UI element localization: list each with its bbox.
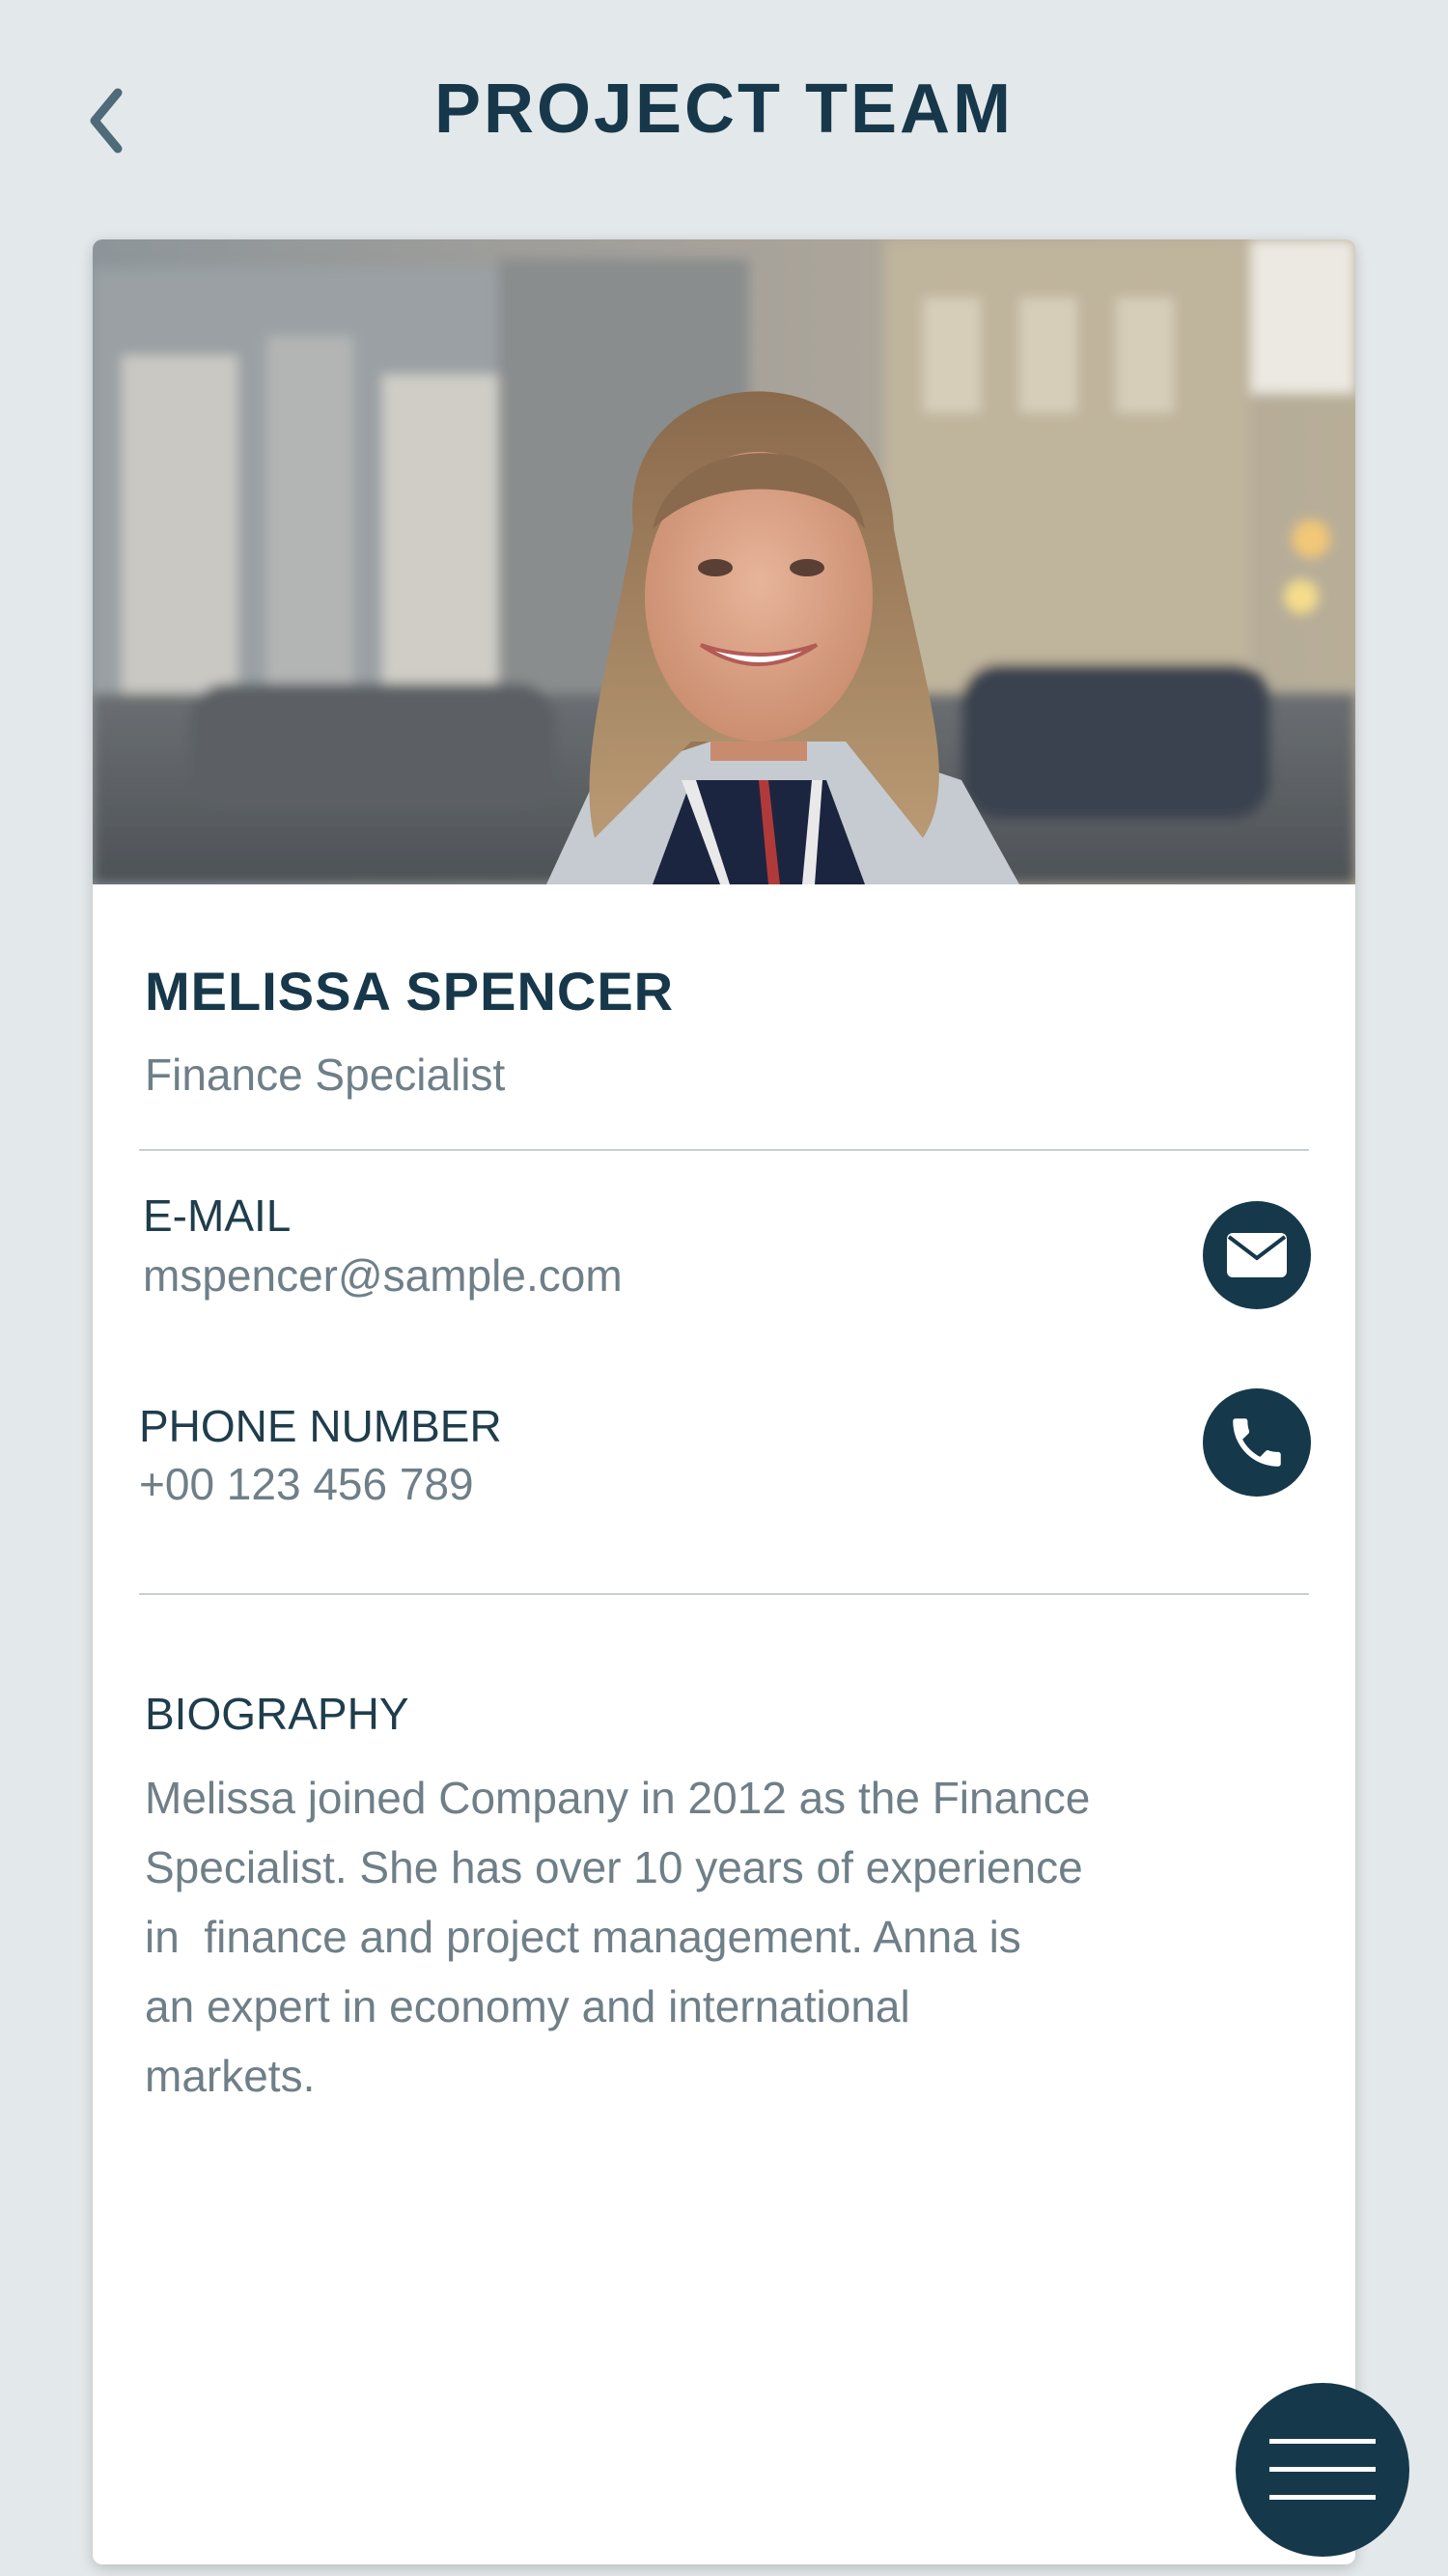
email-value[interactable]: mspencer@sample.com xyxy=(143,1249,623,1302)
phone-value[interactable]: +00 123 456 789 xyxy=(139,1458,474,1510)
profile-photo xyxy=(93,239,1355,884)
biography-label: BIOGRAPHY xyxy=(145,1689,409,1739)
phone-button[interactable] xyxy=(1203,1388,1311,1497)
page-title: PROJECT TEAM xyxy=(433,70,1015,148)
divider xyxy=(139,1593,1309,1595)
profile-card: MELISSA SPENCER Finance Specialist E-MAI… xyxy=(93,239,1355,2564)
phone-label: PHONE NUMBER xyxy=(139,1401,502,1451)
email-label: E-MAIL xyxy=(143,1190,292,1241)
phone-icon xyxy=(1233,1418,1281,1467)
menu-button[interactable] xyxy=(1236,2383,1409,2557)
hamburger-menu-icon xyxy=(1269,2439,1376,2500)
email-button[interactable] xyxy=(1203,1201,1311,1309)
biography-text: Melissa joined Company in 2012 as the Fi… xyxy=(145,1773,1091,2101)
member-name: MELISSA SPENCER xyxy=(145,961,675,1022)
divider xyxy=(139,1149,1309,1151)
envelope-icon xyxy=(1227,1233,1287,1277)
app-header: PROJECT TEAM xyxy=(0,0,1448,232)
member-role: Finance Specialist xyxy=(145,1050,506,1100)
